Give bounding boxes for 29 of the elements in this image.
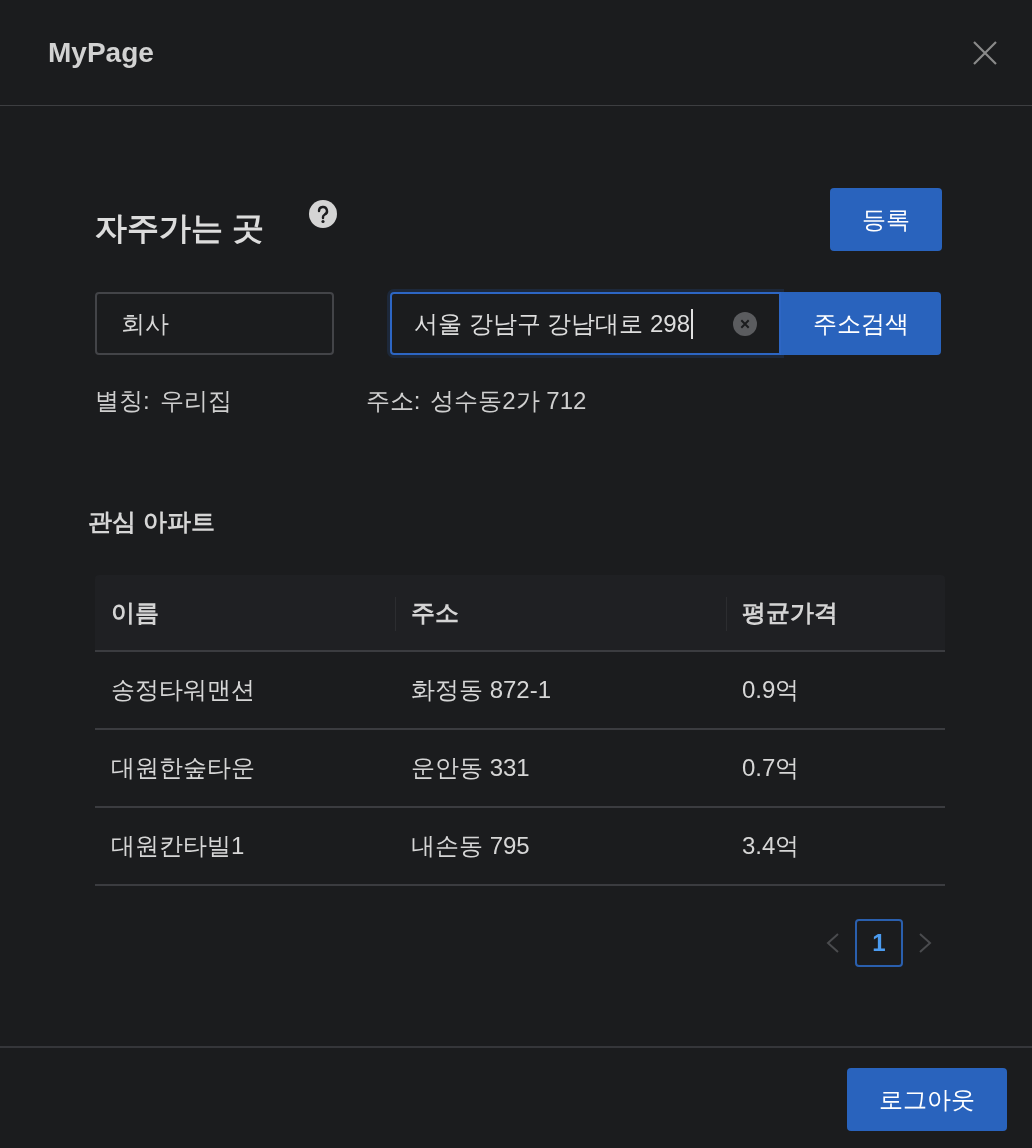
- address-input-field[interactable]: 서울 강남구 강남대로 298: [390, 292, 781, 355]
- help-icon[interactable]: [308, 200, 337, 228]
- alias-value: 우리집: [159, 386, 232, 416]
- alias-input-field[interactable]: 회사: [95, 292, 334, 355]
- table-cell-text: 0.9억: [742, 675, 800, 705]
- text-cursor: [691, 308, 694, 339]
- table-cell-text: 내손동 795: [411, 831, 530, 861]
- dialog-title: MyPage: [48, 35, 154, 70]
- table-cell-text: 운안동 331: [411, 753, 530, 783]
- column-header: 평균가격: [742, 597, 838, 628]
- table-cell-text: 송정타워맨션: [111, 675, 255, 705]
- column-header: 주소: [411, 597, 459, 628]
- clear-icon[interactable]: [733, 311, 757, 336]
- close-icon[interactable]: [972, 39, 998, 66]
- address-label: 주소:: [365, 386, 421, 416]
- table-cell-text: 3.4억: [742, 831, 800, 861]
- table-cell-text: 화정동 872-1: [411, 675, 552, 705]
- address-value: 성수동2가 712: [430, 386, 587, 416]
- alias-label: 별칭:: [95, 386, 150, 416]
- section-title: 관심 아파트: [88, 508, 215, 535]
- table-cell-text: 대원칸타빌1: [111, 831, 245, 861]
- column-header: 이름: [111, 597, 159, 628]
- table-cell-text: 대원한숲타운: [111, 753, 255, 783]
- logout-button[interactable]: 로그아웃: [847, 1068, 1007, 1131]
- table-cell-text: 0.7억: [742, 753, 800, 783]
- page-button[interactable]: 1: [855, 919, 903, 967]
- register-button[interactable]: 등록: [830, 188, 942, 251]
- section-title: 자주가는 곳: [95, 209, 264, 248]
- address-search-button[interactable]: 주소검색: [781, 292, 941, 355]
